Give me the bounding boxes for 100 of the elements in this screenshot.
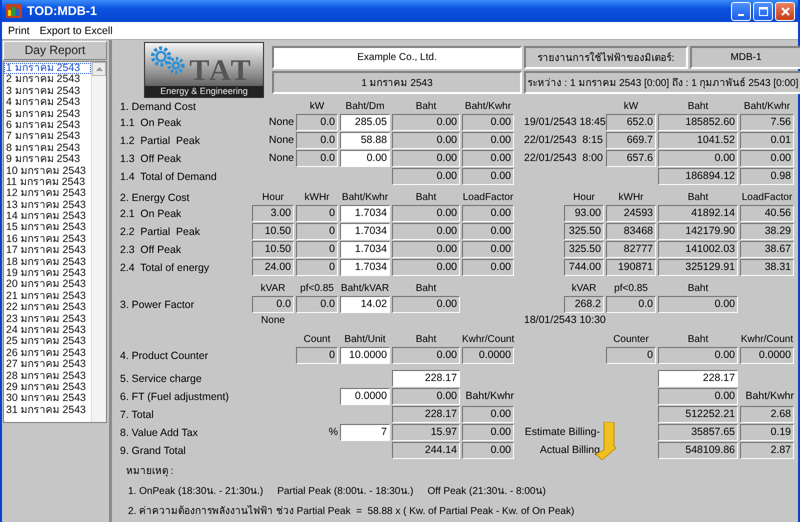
day-list-item[interactable]: 4 มกราคม 2543 bbox=[4, 97, 91, 109]
input-field[interactable]: 7 bbox=[340, 424, 390, 441]
row-text: 19/01/2543 18:45 bbox=[524, 115, 604, 130]
column-header: Kwhr/Count bbox=[740, 333, 794, 346]
value-field: 228.17 bbox=[392, 406, 460, 423]
day-list-item[interactable]: 18 มกราคม 2543 bbox=[4, 256, 91, 268]
input-field[interactable]: 58.88 bbox=[340, 132, 390, 149]
value-field: 0.00 bbox=[658, 150, 738, 167]
day-list-item[interactable]: 26 มกราคม 2543 bbox=[4, 348, 91, 360]
day-list-item[interactable]: 25 มกราคม 2543 bbox=[4, 336, 91, 348]
company-name-field: Example Co., Ltd. bbox=[272, 46, 522, 69]
day-list-item[interactable]: 14 มกราคม 2543 bbox=[4, 211, 91, 222]
input-field[interactable]: 1.7034 bbox=[340, 241, 390, 258]
column-header: Baht bbox=[686, 100, 710, 113]
unit-label: % bbox=[328, 425, 338, 440]
column-header: Baht/Kwhr bbox=[464, 100, 512, 113]
minimize-button[interactable] bbox=[731, 2, 751, 20]
day-list-item[interactable]: 11 มกราคม 2543 bbox=[4, 176, 91, 188]
day-list-item[interactable]: 16 มกราคม 2543 bbox=[4, 234, 91, 246]
menu-item[interactable]: Export to Excell bbox=[40, 24, 113, 36]
day-list-item[interactable]: 27 มกราคม 2543 bbox=[4, 359, 91, 371]
input-field[interactable]: 14.02 bbox=[340, 296, 390, 313]
day-list-item[interactable]: 2 มกราคม 2543 bbox=[4, 74, 91, 86]
day-list-item[interactable]: 28 มกราคม 2543 bbox=[4, 370, 91, 382]
day-list-item[interactable]: 9 มกราคม 2543 bbox=[4, 154, 91, 166]
day-list-item[interactable]: 31 มกราคม 2543 bbox=[4, 404, 91, 416]
value-field: 38.67 bbox=[740, 241, 794, 258]
column-header: Baht/Kwhr bbox=[340, 191, 390, 204]
value-field: 0.00 bbox=[462, 132, 514, 149]
value-field: 0.00 bbox=[392, 150, 460, 167]
value-field: 268.2 bbox=[564, 296, 604, 313]
row-label: 1.2 Partial Peak bbox=[119, 134, 201, 146]
day-list-item[interactable]: 3 มกราคม 2543 bbox=[4, 86, 91, 98]
input-field[interactable]: 1.7034 bbox=[340, 205, 390, 222]
value-field: 0.00 bbox=[658, 388, 738, 405]
value-field: 0.00 bbox=[392, 205, 460, 222]
input-field[interactable]: 285.05 bbox=[340, 114, 390, 131]
value-field: 0.00 bbox=[462, 241, 514, 258]
input-field[interactable]: 0.0000 bbox=[340, 388, 390, 405]
value-field: 0.00 bbox=[392, 223, 460, 240]
column-header: Baht bbox=[414, 191, 438, 204]
column-header: LoadFactor bbox=[462, 191, 514, 204]
unit-label: None bbox=[268, 151, 294, 166]
value-field: 244.14 bbox=[392, 442, 460, 459]
day-list-item[interactable]: 17 มกราคม 2543 bbox=[4, 245, 91, 257]
value-field: 3.00 bbox=[252, 205, 294, 222]
note-text: 1. OnPeak (18:30น. - 21:30น.) bbox=[128, 485, 264, 498]
day-list-item[interactable]: 23 มกราคม 2543 bbox=[4, 314, 91, 325]
value-field: 512252.21 bbox=[658, 406, 738, 423]
value-field: 38.29 bbox=[740, 223, 794, 240]
column-header: Baht bbox=[686, 333, 710, 346]
day-list-item[interactable]: 20 มกราคม 2543 bbox=[4, 279, 91, 291]
unit-label: None bbox=[268, 115, 294, 130]
value-field: 0.00 bbox=[462, 424, 514, 441]
value-field: 0.0 bbox=[296, 114, 338, 131]
day-list-item[interactable]: 6 มกราคม 2543 bbox=[4, 120, 91, 132]
day-list-item[interactable]: 29 มกราคม 2543 bbox=[4, 382, 91, 394]
value-field: 0.0 bbox=[252, 296, 294, 313]
value-field: 83468 bbox=[606, 223, 656, 240]
value-field: 190871 bbox=[606, 259, 656, 276]
day-list-item[interactable]: 10 มกราคม 2543 bbox=[4, 166, 91, 177]
value-field: 82777 bbox=[606, 241, 656, 258]
input-field[interactable]: 1.7034 bbox=[340, 259, 390, 276]
close-button[interactable] bbox=[775, 2, 795, 20]
notes-title: หมายเหตุ : bbox=[126, 465, 175, 478]
input-field[interactable]: 1.7034 bbox=[340, 223, 390, 240]
value-field: 142179.90 bbox=[658, 223, 738, 240]
day-list-item[interactable]: 12 มกราคม 2543 bbox=[4, 188, 91, 200]
day-list-item[interactable]: 8 มกราคม 2543 bbox=[4, 142, 91, 154]
column-header: kVAR bbox=[570, 282, 598, 295]
day-list-item[interactable]: 21 มกราคม 2543 bbox=[4, 290, 91, 302]
maximize-icon bbox=[758, 6, 768, 16]
value-field: 0.0 bbox=[296, 132, 338, 149]
value-field: 0.00 bbox=[392, 114, 460, 131]
day-list-item[interactable]: 7 มกราคม 2543 bbox=[4, 131, 91, 143]
section-title: 1. Demand Cost bbox=[119, 100, 197, 112]
day-list-item[interactable]: 13 มกราคม 2543 bbox=[4, 200, 91, 212]
input-field[interactable]: 228.17 bbox=[658, 370, 738, 387]
value-field: 0.00 bbox=[392, 132, 460, 149]
value-field: 0.00 bbox=[462, 205, 514, 222]
value-field: 40.56 bbox=[740, 205, 794, 222]
menu-item[interactable]: Print bbox=[8, 24, 30, 36]
day-list-item[interactable]: 1 มกราคม 2543 bbox=[4, 63, 91, 74]
input-field[interactable]: 0.00 bbox=[340, 150, 390, 167]
input-field[interactable]: 10.0000 bbox=[340, 347, 390, 364]
day-list-item[interactable]: 30 มกราคม 2543 bbox=[4, 393, 91, 405]
day-list-item[interactable]: 22 มกราคม 2543 bbox=[4, 302, 91, 314]
day-list-item[interactable]: 24 มกราคม 2543 bbox=[4, 324, 91, 336]
maximize-button[interactable] bbox=[753, 2, 773, 20]
value-field: 0.0000 bbox=[740, 347, 794, 364]
row-label: 7. Total bbox=[119, 408, 155, 420]
value-field: 548109.86 bbox=[658, 442, 738, 459]
column-header: Baht/kVAR bbox=[340, 282, 390, 295]
day-list-item[interactable]: 5 มกราคม 2543 bbox=[4, 108, 91, 120]
day-list-item[interactable]: 15 มกราคม 2543 bbox=[4, 222, 91, 234]
value-field: 0.00 bbox=[392, 259, 460, 276]
input-field[interactable]: 228.17 bbox=[392, 370, 460, 387]
scrollbar[interactable] bbox=[91, 62, 106, 422]
value-field: 0 bbox=[296, 259, 338, 276]
day-list-item[interactable]: 19 มกราคม 2543 bbox=[4, 268, 91, 280]
